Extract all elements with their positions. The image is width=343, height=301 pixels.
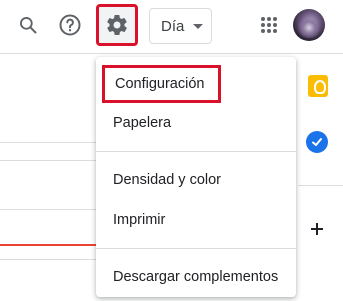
current-time-line <box>0 244 100 246</box>
menu-item-densidad-y-color[interactable]: Densidad y color <box>96 160 296 200</box>
search-button[interactable] <box>10 7 46 43</box>
grid-line <box>0 259 100 260</box>
gear-icon <box>107 14 127 36</box>
search-icon <box>20 17 37 34</box>
keep-icon[interactable] <box>308 75 328 97</box>
menu-item-imprimir[interactable]: Imprimir <box>96 200 296 240</box>
top-bar: Día <box>0 0 343 54</box>
help-icon <box>59 14 81 36</box>
view-select[interactable]: Día <box>149 8 212 44</box>
avatar-image <box>297 12 321 38</box>
grid-line <box>0 209 100 210</box>
settings-menu: Configuración Papelera Densidad y color … <box>96 57 296 297</box>
grid-line <box>0 142 100 143</box>
apps-button[interactable] <box>251 7 287 43</box>
checkmark-icon <box>312 138 322 146</box>
menu-item-descargar-complementos[interactable]: Descargar complementos <box>96 257 296 297</box>
help-button[interactable] <box>52 7 88 43</box>
calendar-page: Día Configuración Papelera Densidad y co… <box>0 0 343 301</box>
plus-icon[interactable] <box>309 221 325 237</box>
menu-divider <box>96 151 296 152</box>
side-panel-divider <box>298 185 343 186</box>
menu-divider <box>96 248 296 249</box>
tasks-icon[interactable] <box>306 131 328 153</box>
view-select-label: Día <box>161 17 185 35</box>
settings-button[interactable] <box>96 4 138 46</box>
menu-item-configuracion[interactable]: Configuración <box>102 65 221 103</box>
chevron-down-icon <box>193 24 203 29</box>
menu-item-papelera[interactable]: Papelera <box>96 103 296 143</box>
avatar[interactable] <box>293 9 325 41</box>
grid-line <box>0 160 100 161</box>
apps-grid-icon <box>261 17 277 33</box>
